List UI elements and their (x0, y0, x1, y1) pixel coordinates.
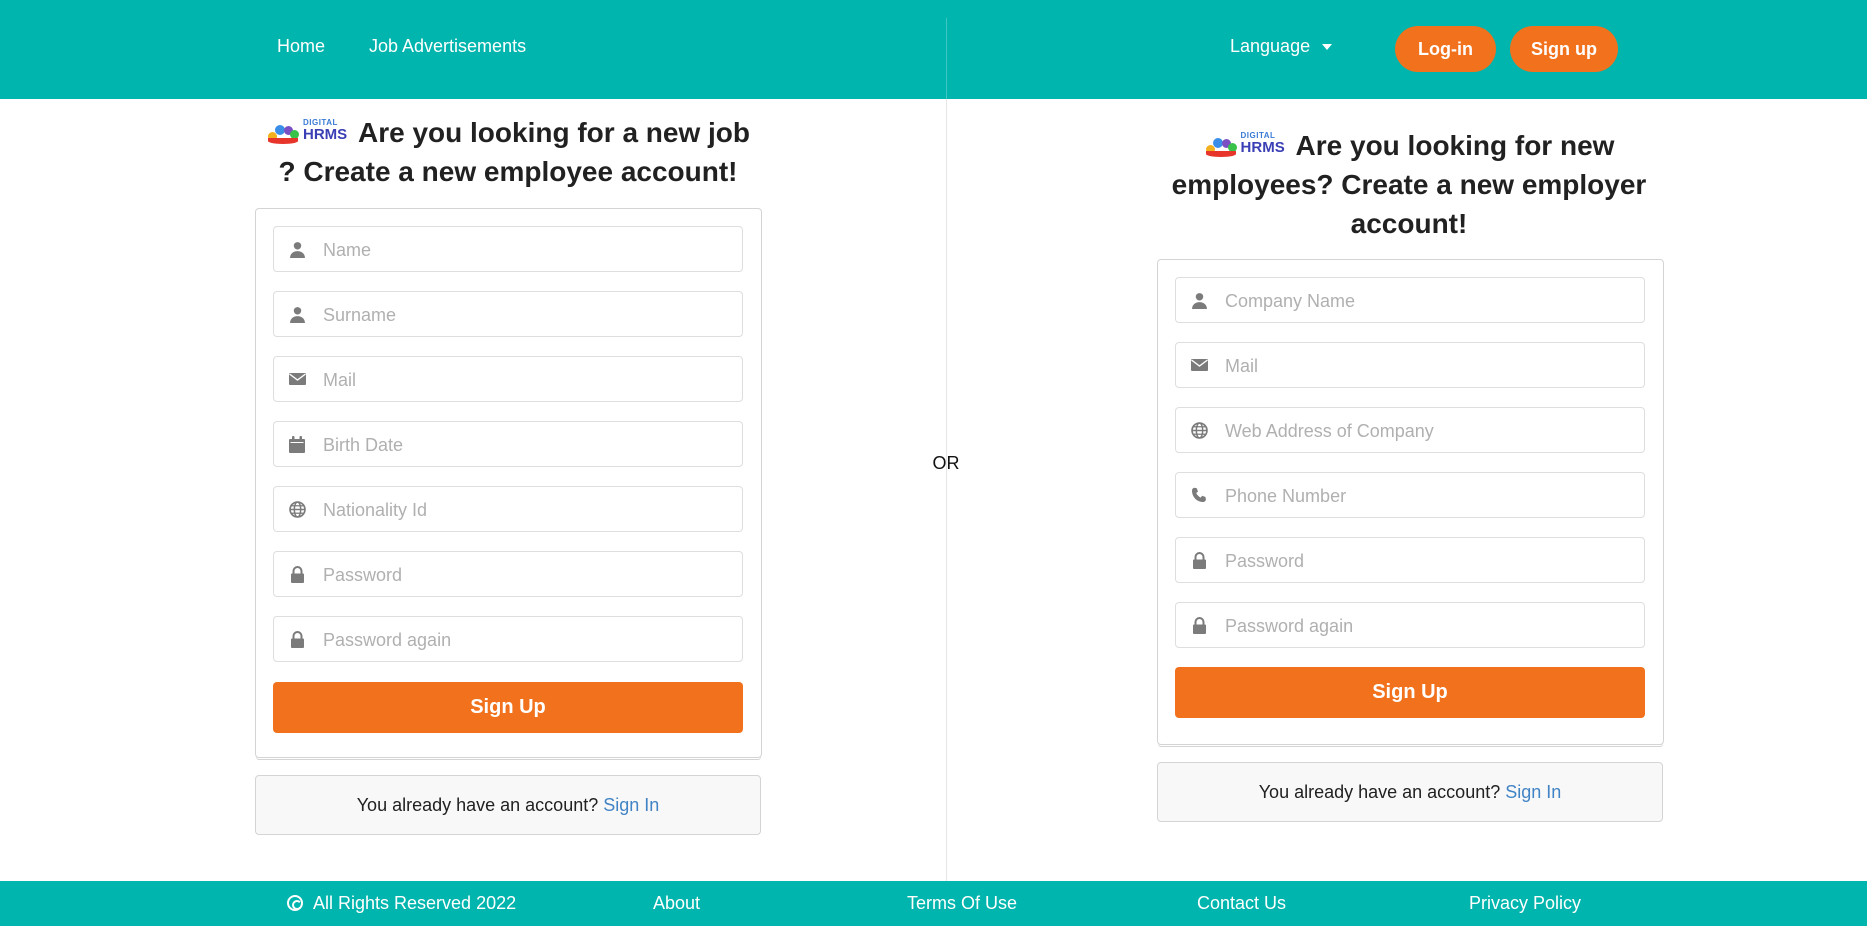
employee-signin-link[interactable]: Sign In (603, 795, 659, 815)
birth-date-input[interactable] (321, 422, 732, 468)
footer: All Rights Reserved 2022 About Terms Of … (0, 881, 1867, 926)
lock-icon (1190, 551, 1208, 569)
phone-number-input[interactable] (1223, 473, 1634, 519)
digital-hrms-logo: DIGITAL HRMS (1204, 131, 1285, 159)
password-again-input[interactable] (321, 617, 732, 663)
employer-password-input[interactable] (1223, 538, 1634, 584)
password-again-field[interactable] (273, 616, 743, 663)
company-name-field[interactable] (1175, 277, 1645, 324)
user-icon (1190, 291, 1208, 309)
calendar-icon (288, 435, 306, 453)
user-icon (288, 305, 306, 323)
employer-signin-link[interactable]: Sign In (1505, 782, 1561, 802)
surname-input[interactable] (321, 292, 732, 338)
password-field[interactable] (273, 551, 743, 598)
employee-signup-submit-button[interactable]: Sign Up (273, 682, 743, 733)
copyright-icon (287, 895, 303, 911)
lock-icon (1190, 616, 1208, 634)
navbar-divider (946, 18, 947, 99)
already-account-text: You already have an account? (356, 795, 599, 815)
caret-down-icon (1322, 44, 1333, 51)
lock-icon (288, 565, 306, 583)
nav-job-advertisements-link[interactable]: Job Advertisements (369, 36, 526, 57)
web-address-input[interactable] (1223, 408, 1634, 454)
already-account-text: You already have an account? (1258, 782, 1501, 802)
password-input[interactable] (321, 552, 732, 598)
or-label: OR (932, 453, 960, 473)
globe-icon (1190, 421, 1208, 439)
name-input[interactable] (321, 227, 732, 273)
globe-icon (288, 500, 306, 518)
employee-signin-prompt: You already have an account? Sign In (255, 775, 761, 835)
employee-heading-text: Are you looking for a new job ? Create a… (278, 117, 751, 187)
phone-number-field[interactable] (1175, 472, 1645, 519)
surname-field[interactable] (273, 291, 743, 338)
nationality-id-field[interactable] (273, 486, 743, 533)
employer-signup-form: Sign Up (1157, 259, 1664, 745)
copyright-text: All Rights Reserved 2022 (313, 893, 517, 913)
footer-about-link[interactable]: About (653, 893, 700, 914)
lock-icon (288, 630, 306, 648)
web-address-field[interactable] (1175, 407, 1645, 454)
birth-date-field[interactable] (273, 421, 743, 468)
employer-mail-field[interactable] (1175, 342, 1645, 389)
employer-signin-prompt: You already have an account? Sign In (1157, 762, 1663, 822)
top-navbar: Home Job Advertisements Language Log-in … (0, 0, 1867, 99)
footer-privacy-link[interactable]: Privacy Policy (1469, 893, 1581, 914)
mail-field[interactable] (273, 356, 743, 403)
footer-contact-link[interactable]: Contact Us (1197, 893, 1286, 914)
employee-signup-form: Sign Up (255, 208, 762, 758)
digital-hrms-logo: DIGITAL HRMS (266, 118, 347, 146)
employer-password-field[interactable] (1175, 537, 1645, 584)
employer-heading: DIGITAL HRMS Are you looking for new emp… (1166, 126, 1652, 243)
nav-home-link[interactable]: Home (277, 36, 325, 57)
vertical-divider (946, 99, 947, 881)
employer-signup-submit-button[interactable]: Sign Up (1175, 667, 1645, 718)
mail-input[interactable] (321, 357, 732, 403)
login-button[interactable]: Log-in (1395, 26, 1496, 72)
employer-password-again-input[interactable] (1223, 603, 1634, 649)
employee-heading: DIGITAL HRMS Are you looking for a new j… (254, 113, 762, 191)
phone-icon (1190, 486, 1208, 504)
employer-mail-input[interactable] (1223, 343, 1634, 389)
user-icon (288, 240, 306, 258)
nationality-id-input[interactable] (321, 487, 732, 533)
language-dropdown[interactable]: Language (1230, 36, 1333, 57)
footer-copyright: All Rights Reserved 2022 (287, 893, 516, 914)
signup-button[interactable]: Sign up (1510, 26, 1618, 72)
envelope-icon (1190, 356, 1208, 374)
company-name-input[interactable] (1223, 278, 1634, 324)
name-field[interactable] (273, 226, 743, 273)
employer-password-again-field[interactable] (1175, 602, 1645, 649)
envelope-icon (288, 370, 306, 388)
footer-terms-link[interactable]: Terms Of Use (907, 893, 1017, 914)
language-label: Language (1230, 36, 1311, 56)
